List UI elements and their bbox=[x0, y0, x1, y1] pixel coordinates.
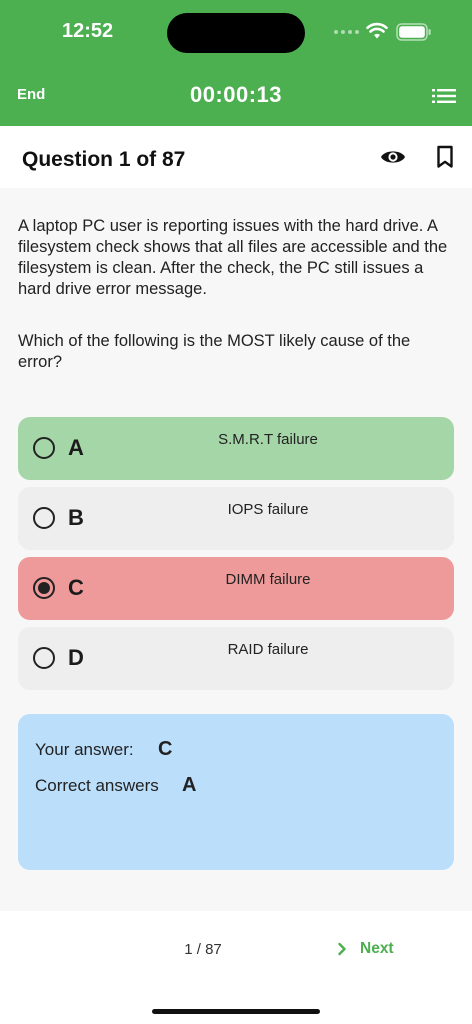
bookmark-icon[interactable] bbox=[436, 145, 454, 169]
question-title: Question 1 of 87 bbox=[22, 148, 186, 171]
next-button[interactable]: Next bbox=[336, 938, 394, 960]
next-label: Next bbox=[360, 940, 394, 957]
bottom-navigation-bar: 1 / 87 Next bbox=[0, 911, 472, 1024]
your-answer-value: C bbox=[158, 738, 173, 760]
correct-answers-value: A bbox=[182, 774, 197, 796]
exam-timer: 00:00:13 bbox=[189, 82, 283, 107]
question-prompt: Which of the following is the MOST likel… bbox=[18, 332, 411, 371]
your-answer-label: Your answer: bbox=[35, 740, 134, 759]
option-a[interactable]: A S.M.R.T failure bbox=[18, 417, 454, 480]
eye-icon[interactable] bbox=[380, 146, 406, 168]
option-text: DIMM failure bbox=[225, 571, 311, 588]
battery-icon bbox=[396, 23, 431, 41]
option-text: RAID failure bbox=[227, 641, 309, 658]
wifi-icon bbox=[366, 22, 388, 39]
dynamic-island bbox=[167, 13, 305, 53]
answer-result-panel: Your answer: C Correct answers A bbox=[18, 714, 454, 870]
option-b[interactable]: B IOPS failure bbox=[18, 487, 454, 550]
question-text: A laptop PC user is reporting issues wit… bbox=[18, 217, 448, 298]
option-c[interactable]: C DIMM failure bbox=[18, 557, 454, 620]
correct-answers-label: Correct answers bbox=[35, 776, 159, 795]
cellular-signal-icon bbox=[334, 30, 360, 36]
home-indicator[interactable] bbox=[152, 1009, 320, 1014]
option-text: IOPS failure bbox=[227, 501, 309, 518]
option-text: S.M.R.T failure bbox=[218, 431, 318, 448]
list-menu-icon[interactable] bbox=[432, 88, 456, 104]
app-header: 12:52 End 00:00:13 bbox=[0, 0, 472, 126]
option-d[interactable]: D RAID failure bbox=[18, 627, 454, 690]
chevron-right-icon bbox=[338, 942, 346, 956]
status-bar-time: 12:52 bbox=[62, 20, 114, 42]
